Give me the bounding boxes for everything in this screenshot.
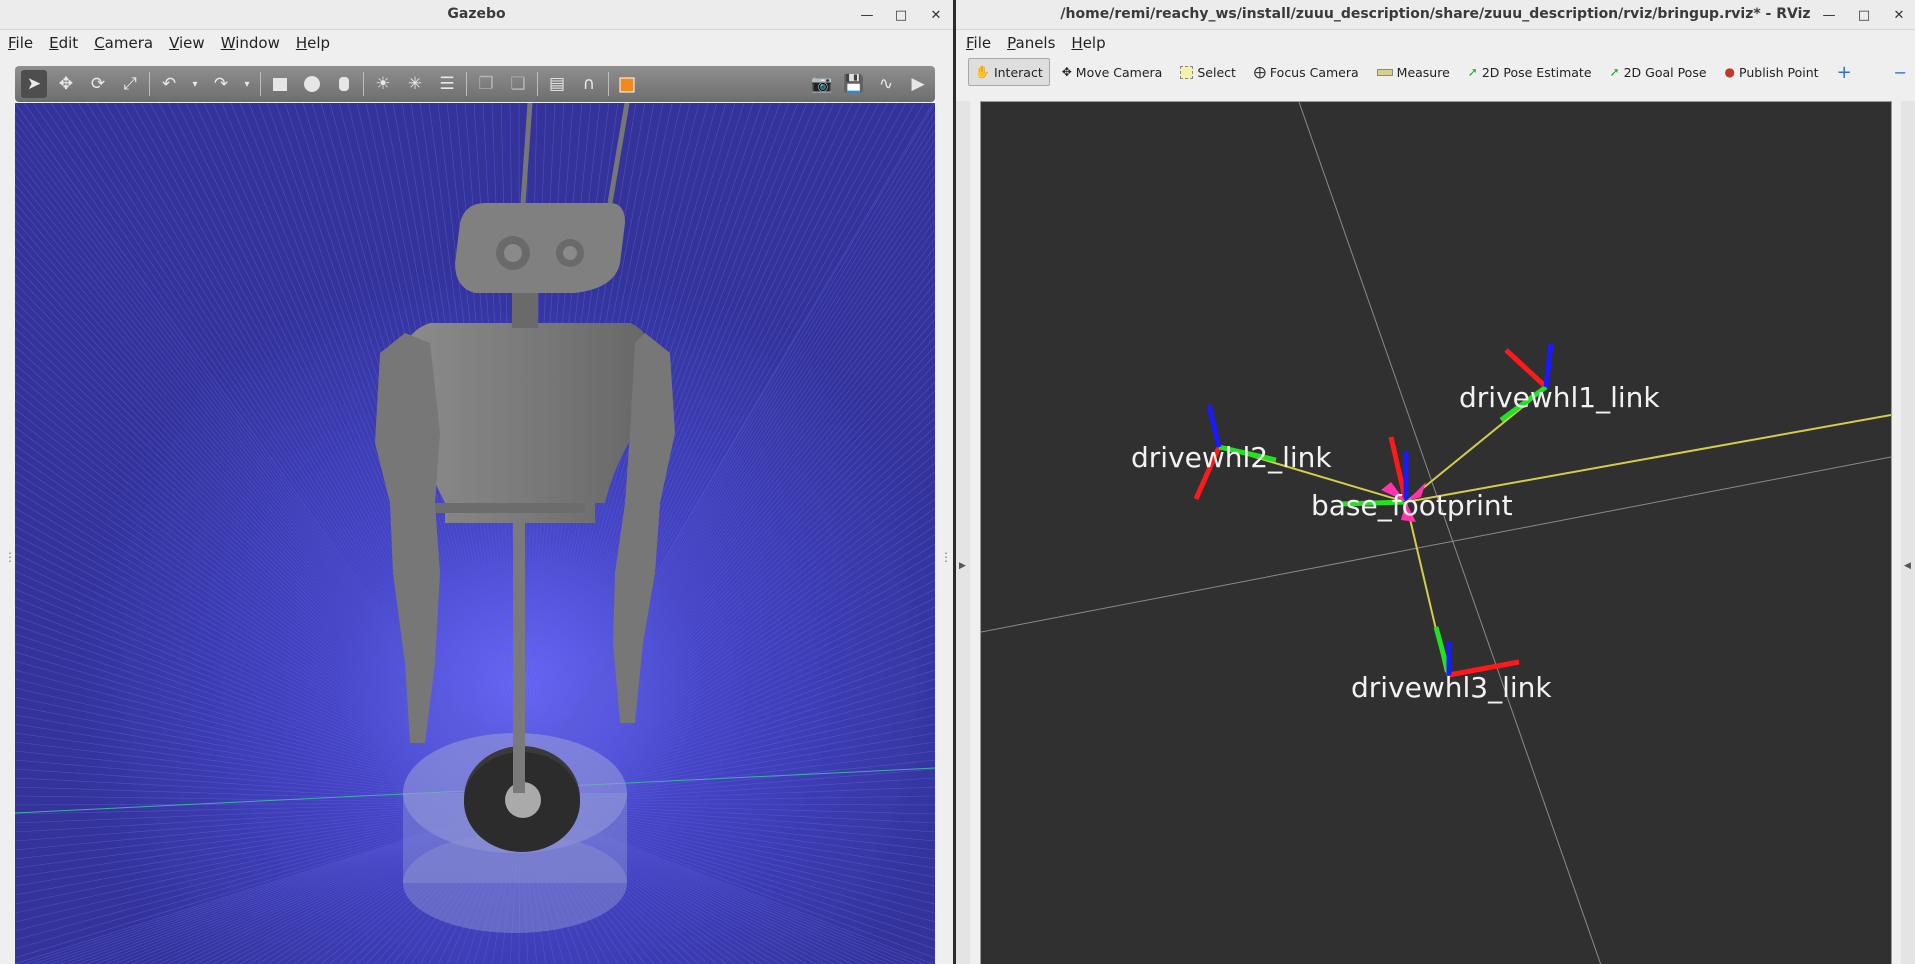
gazebo-scene bbox=[15, 103, 935, 964]
left-panel-handle[interactable]: ⋮ bbox=[4, 550, 16, 564]
tool-interact[interactable]: ✋ Interact bbox=[968, 58, 1050, 86]
gazebo-3d-viewport[interactable] bbox=[15, 103, 935, 964]
tool-2d-goal-pose[interactable]: ➚ 2D Goal Pose bbox=[1604, 59, 1713, 85]
toolbar-divider bbox=[466, 72, 467, 96]
minimize-icon[interactable]: — bbox=[1818, 4, 1840, 26]
tool-publish-point[interactable]: ● Publish Point bbox=[1719, 59, 1825, 85]
scale-icon[interactable]: ⤢ bbox=[117, 70, 143, 98]
color-box-icon[interactable] bbox=[615, 70, 641, 98]
toolbar-divider bbox=[363, 72, 364, 96]
gazebo-title: Gazebo bbox=[447, 6, 506, 22]
screenshot-icon[interactable]: 📷 bbox=[809, 70, 835, 98]
tool-focus-camera[interactable]: ⨁ Focus Camera bbox=[1248, 59, 1365, 85]
left-dock-splitter[interactable]: ▶ bbox=[956, 101, 970, 964]
menu-window[interactable]: Window bbox=[213, 34, 288, 52]
close-icon[interactable]: ✕ bbox=[925, 4, 947, 26]
rviz-scene bbox=[981, 102, 1891, 964]
menu-file[interactable]: File bbox=[958, 34, 999, 52]
green-arrow-icon: ➚ bbox=[1467, 65, 1478, 79]
tool-label: 2D Pose Estimate bbox=[1481, 64, 1592, 80]
rviz-toolbar: ✋ Interact ✥ Move Camera Select ⨁ Focus Cam… bbox=[956, 56, 1915, 88]
gazebo-titlebar[interactable]: Gazebo — □ ✕ bbox=[0, 0, 953, 30]
right-panel-handle[interactable]: ⋮ bbox=[940, 550, 952, 564]
redo-dropdown-icon[interactable]: ▾ bbox=[240, 70, 254, 98]
point-light-icon[interactable]: ☀ bbox=[370, 70, 396, 98]
tool-label: Focus Camera bbox=[1269, 64, 1359, 80]
tool-measure[interactable]: Measure bbox=[1371, 59, 1456, 85]
log-icon[interactable]: 💾 bbox=[841, 70, 867, 98]
menu-file[interactable]: File bbox=[0, 34, 41, 52]
sphere-icon[interactable] bbox=[299, 70, 325, 98]
drivewhl3-axes bbox=[1433, 626, 1520, 678]
toolbar-divider bbox=[608, 72, 609, 96]
undo-dropdown-icon[interactable]: ▾ bbox=[188, 70, 202, 98]
paste-icon[interactable]: ❏ bbox=[505, 70, 531, 98]
remove-tool-icon[interactable]: − bbox=[1888, 59, 1913, 85]
menu-help[interactable]: Help bbox=[1063, 34, 1113, 52]
menu-edit[interactable]: Edit bbox=[41, 34, 86, 52]
add-tool-icon[interactable]: + bbox=[1831, 59, 1858, 85]
tool-label: Interact bbox=[993, 64, 1043, 80]
tool-label: Publish Point bbox=[1739, 64, 1819, 80]
toolbar-divider bbox=[260, 72, 261, 96]
menu-help[interactable]: Help bbox=[288, 34, 338, 52]
cylinder-icon[interactable] bbox=[331, 70, 357, 98]
green-arrow-icon: ➚ bbox=[1609, 65, 1620, 79]
close-icon[interactable]: ✕ bbox=[1888, 4, 1910, 26]
tool-2d-pose-estimate[interactable]: ➚ 2D Pose Estimate bbox=[1462, 59, 1598, 85]
rviz-titlebar[interactable]: /home/remi/reachy_ws/install/zuuu_descri… bbox=[956, 0, 1915, 30]
tool-move-camera[interactable]: ✥ Move Camera bbox=[1056, 59, 1169, 85]
rotate-icon[interactable]: ⟳ bbox=[85, 70, 111, 98]
tool-label: Move Camera bbox=[1075, 64, 1163, 80]
frame-label-drivewhl2: drivewhl2_link bbox=[1131, 441, 1332, 474]
toolbar-divider bbox=[149, 72, 150, 96]
video-record-icon[interactable]: ▶ bbox=[905, 70, 931, 98]
translate-icon[interactable]: ✥ bbox=[53, 70, 79, 98]
tool-select[interactable]: Select bbox=[1174, 59, 1242, 85]
gazebo-toolbar: ➤ ✥ ⟳ ⤢ ↶ ▾ ↷ ▾ ☀ ✳ ☰ ❐ ❏ ▤ ∩ 📷 💾 ∿ ▶ bbox=[15, 66, 935, 102]
box-icon[interactable] bbox=[267, 70, 293, 98]
toolbar-divider bbox=[537, 72, 538, 96]
select-arrow-icon[interactable]: ➤ bbox=[21, 70, 47, 98]
right-dock-splitter[interactable]: ◀ bbox=[1901, 101, 1915, 964]
tool-label: Measure bbox=[1396, 64, 1450, 80]
redo-icon[interactable]: ↷ bbox=[208, 70, 234, 98]
minimize-icon[interactable]: — bbox=[856, 4, 878, 26]
rviz-render-panel[interactable]: drivewhl1_link drivewhl2_link base_footp… bbox=[980, 101, 1892, 964]
menu-camera[interactable]: Camera bbox=[86, 34, 161, 52]
magnet-icon[interactable]: ∩ bbox=[576, 70, 602, 98]
tool-label: 2D Goal Pose bbox=[1623, 64, 1707, 80]
menu-view[interactable]: View bbox=[161, 34, 213, 52]
plot-icon[interactable]: ∿ bbox=[873, 70, 899, 98]
directional-light-icon[interactable]: ☰ bbox=[434, 70, 460, 98]
spot-light-icon[interactable]: ✳ bbox=[402, 70, 428, 98]
grid bbox=[981, 102, 1891, 964]
rviz-menubar: File Panels Help bbox=[956, 30, 1915, 56]
tf-tree bbox=[1220, 391, 1891, 673]
rviz-window: /home/remi/reachy_ws/install/zuuu_descri… bbox=[956, 0, 1915, 964]
frame-label-base-footprint: base_footprint bbox=[1311, 489, 1513, 522]
map-pin-icon: ● bbox=[1724, 65, 1736, 79]
tool-label: Select bbox=[1197, 64, 1236, 80]
maximize-icon[interactable]: □ bbox=[890, 4, 912, 26]
select-box-icon bbox=[1180, 65, 1194, 79]
align-icon[interactable]: ▤ bbox=[544, 70, 570, 98]
ruler-icon bbox=[1376, 68, 1393, 76]
gazebo-window: Gazebo — □ ✕ File Edit Camera View Windo… bbox=[0, 0, 953, 964]
copy-icon[interactable]: ❐ bbox=[473, 70, 499, 98]
move-camera-icon: ✥ bbox=[1061, 65, 1072, 79]
undo-icon[interactable]: ↶ bbox=[156, 70, 182, 98]
rviz-title: /home/remi/reachy_ws/install/zuuu_descri… bbox=[1060, 6, 1811, 22]
focus-camera-icon: ⨁ bbox=[1253, 65, 1266, 79]
frame-label-drivewhl1: drivewhl1_link bbox=[1459, 381, 1660, 414]
maximize-icon[interactable]: □ bbox=[1853, 4, 1875, 26]
frame-label-drivewhl3: drivewhl3_link bbox=[1351, 671, 1552, 704]
gazebo-menubar: File Edit Camera View Window Help bbox=[0, 30, 953, 56]
menu-panels[interactable]: Panels bbox=[999, 34, 1063, 52]
hand-icon: ✋ bbox=[975, 65, 990, 79]
